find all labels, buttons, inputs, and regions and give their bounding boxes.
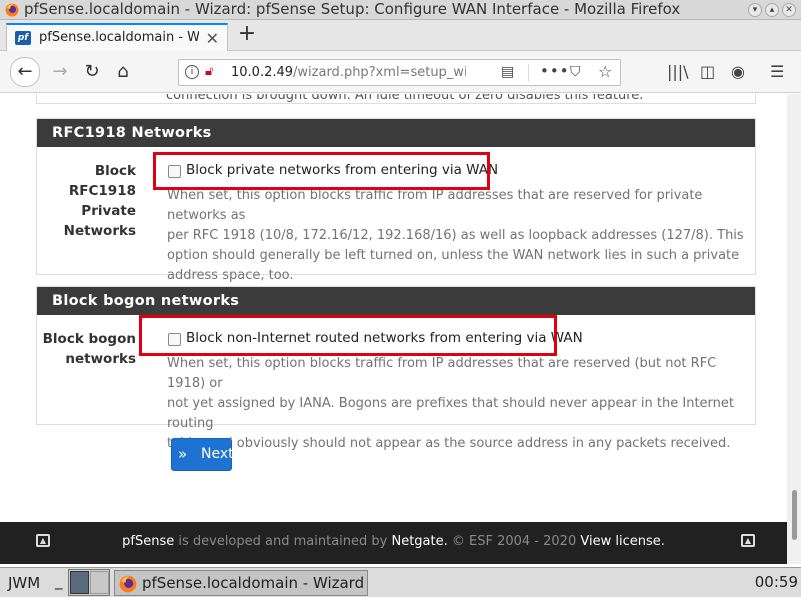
reader-view-icon[interactable]: ▤ bbox=[501, 64, 514, 80]
sidebar-icon[interactable]: ◫ bbox=[700, 62, 715, 81]
bogon-heading: Block bogon networks bbox=[37, 287, 755, 315]
minimize-all-button[interactable]: _ bbox=[55, 572, 63, 590]
url-divider bbox=[528, 64, 529, 82]
tab-bar: pf pfSense.localdomain - Wiz ✕ + bbox=[0, 20, 801, 52]
minimize-icon[interactable]: ▾ bbox=[748, 3, 762, 17]
browser-tab[interactable]: pf pfSense.localdomain - Wiz ✕ bbox=[6, 23, 228, 52]
rfc1918-heading: RFC1918 Networks bbox=[37, 119, 755, 147]
insecure-lock-icon[interactable]: 🔓︎ bbox=[205, 64, 213, 79]
close-window-icon[interactable]: ✕ bbox=[782, 3, 796, 17]
firefox-icon bbox=[119, 575, 137, 593]
footer-text: pfSense is developed and maintained by N… bbox=[122, 534, 665, 549]
account-icon[interactable]: ◉ bbox=[731, 62, 745, 81]
bogon-field-label: Block bogon networks bbox=[42, 331, 136, 367]
clock: 00:59 bbox=[754, 573, 798, 591]
window-titlebar: pfSense.localdomain - Wizard: pfSense Se… bbox=[0, 0, 801, 20]
rfc1918-help-text: When set, this option blocks traffic fro… bbox=[167, 188, 744, 283]
bookmark-star-icon[interactable]: ☆ bbox=[598, 62, 612, 81]
page-actions-icon[interactable]: ••• bbox=[540, 62, 570, 80]
bogon-help-text: When set, this option blocks traffic fro… bbox=[167, 356, 734, 451]
footer-company-link[interactable]: Netgate. bbox=[391, 534, 447, 549]
double-chevron-right-icon: » bbox=[178, 445, 188, 463]
workspace-pager[interactable] bbox=[68, 569, 110, 596]
url-bar[interactable]: i 🔓︎ 10.0.2.49/wizard.php?xml=setup_wiz … bbox=[178, 59, 621, 86]
pfsense-favicon-icon: pf bbox=[15, 31, 31, 45]
taskbar: JWM _ pfSense.localdomain - Wizard 00:59 bbox=[0, 567, 801, 597]
footer-license-link[interactable]: View license. bbox=[580, 534, 665, 549]
previous-help-text: connection is brought down. An idle time… bbox=[166, 94, 644, 103]
window-title: pfSense.localdomain - Wizard: pfSense Se… bbox=[24, 0, 681, 18]
home-icon[interactable]: ⌂ bbox=[109, 59, 137, 85]
rfc1918-highlight-box bbox=[153, 152, 490, 190]
task-label: pfSense.localdomain - Wizard bbox=[142, 574, 365, 592]
pocket-icon[interactable]: ⛉ bbox=[570, 64, 581, 80]
tab-close-icon[interactable]: ✕ bbox=[206, 29, 219, 48]
rfc1918-field-label: Block RFC1918 Private Networks bbox=[63, 163, 136, 239]
bogon-highlight-box bbox=[139, 315, 557, 356]
page-footer: ▲ pfSense is developed and maintained by… bbox=[0, 522, 787, 564]
page-viewport: connection is brought down. An idle time… bbox=[0, 94, 801, 564]
new-tab-icon[interactable]: + bbox=[236, 23, 258, 46]
nav-bar: ← → ↻ ⌂ i 🔓︎ 10.0.2.49/wizard.php?xml=se… bbox=[0, 51, 801, 93]
back-button-icon[interactable]: ← bbox=[10, 57, 40, 87]
page-scrollbar[interactable] bbox=[787, 94, 801, 564]
menu-icon[interactable]: ☰ bbox=[770, 62, 784, 81]
maximize-icon[interactable]: ▴ bbox=[765, 3, 779, 17]
scrollbar-thumb[interactable] bbox=[792, 490, 797, 540]
next-button-label: Next bbox=[201, 446, 234, 462]
forward-button-icon[interactable]: → bbox=[46, 59, 74, 85]
url-input[interactable]: 10.0.2.49/wizard.php?xml=setup_wiz bbox=[231, 65, 466, 80]
tab-title: pfSense.localdomain - Wiz bbox=[39, 30, 199, 45]
next-button[interactable]: » Next bbox=[171, 438, 234, 471]
rfc1918-panel: RFC1918 Networks Block RFC1918 Private N… bbox=[36, 118, 756, 283]
site-info-icon[interactable]: i bbox=[185, 65, 199, 79]
scroll-top-right-icon[interactable]: ▲ bbox=[741, 534, 755, 547]
workspace-2[interactable] bbox=[90, 571, 109, 594]
wm-menu-button[interactable]: JWM bbox=[8, 574, 40, 592]
workspace-1[interactable] bbox=[70, 571, 89, 594]
library-icon[interactable]: |||\ bbox=[667, 62, 689, 81]
footer-brand[interactable]: pfSense bbox=[122, 534, 174, 549]
reload-icon[interactable]: ↻ bbox=[78, 59, 106, 85]
firefox-icon bbox=[5, 3, 19, 17]
page-content: connection is brought down. An idle time… bbox=[0, 94, 787, 564]
taskbar-firefox-task[interactable]: pfSense.localdomain - Wizard bbox=[114, 570, 368, 596]
